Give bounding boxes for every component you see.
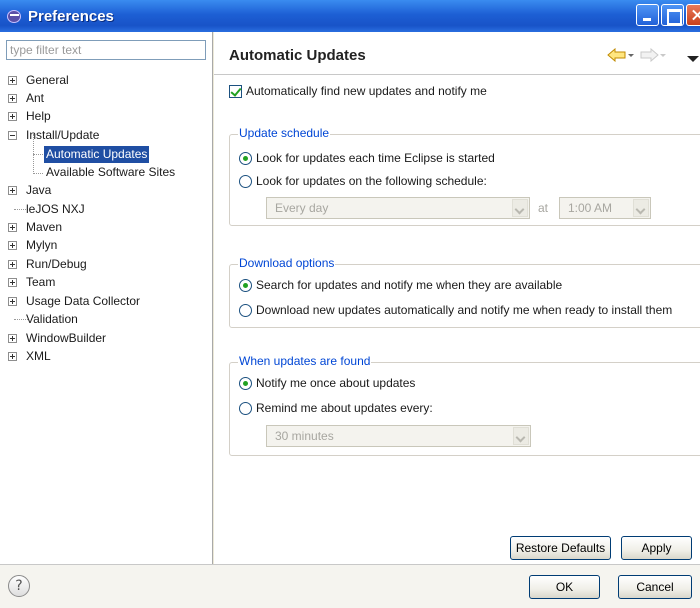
expand-icon[interactable] <box>8 94 17 103</box>
remind-interval-select[interactable]: 30 minutes <box>266 425 531 447</box>
back-dropdown-icon[interactable] <box>628 54 634 57</box>
title-bar: Preferences <box>0 0 700 32</box>
chevron-down-icon[interactable] <box>513 427 529 445</box>
preference-page: Automatic Updates Automatically find new… <box>214 32 700 564</box>
group-legend: When updates are found <box>238 354 372 368</box>
forward-arrow-icon <box>640 48 659 62</box>
expand-icon[interactable] <box>8 352 17 361</box>
radio-icon[interactable] <box>239 175 252 188</box>
time-select[interactable]: 1:00 AM <box>559 197 651 219</box>
expand-icon[interactable] <box>8 334 17 343</box>
checkbox-checked-icon[interactable] <box>229 85 242 98</box>
expand-icon[interactable] <box>8 297 17 306</box>
back-arrow-icon <box>607 48 626 62</box>
expand-icon[interactable] <box>8 241 17 250</box>
expand-icon[interactable] <box>8 76 17 85</box>
expand-icon[interactable] <box>8 112 17 121</box>
ok-button[interactable]: OK <box>529 575 600 599</box>
close-button[interactable] <box>686 4 700 26</box>
tree-connector <box>33 154 43 155</box>
download-options-group: Download options Search for updates and … <box>229 256 700 328</box>
expand-icon[interactable] <box>8 223 17 232</box>
frequency-select[interactable]: Every day <box>266 197 530 219</box>
radio-icon[interactable] <box>239 304 252 317</box>
expand-icon[interactable] <box>8 260 17 269</box>
filter-input[interactable]: type filter text <box>6 40 206 60</box>
updates-found-group: When updates are found Notify me once ab… <box>229 354 700 456</box>
radio-selected-icon[interactable] <box>239 152 252 165</box>
apply-button[interactable]: Apply <box>621 536 692 560</box>
expand-icon[interactable] <box>8 278 17 287</box>
chevron-down-icon[interactable] <box>512 199 528 217</box>
radio-selected-icon[interactable] <box>239 279 252 292</box>
update-schedule-group: Update schedule Look for updates each ti… <box>229 126 700 226</box>
collapse-icon[interactable] <box>8 131 17 140</box>
minimize-button[interactable] <box>636 4 659 26</box>
back-button[interactable] <box>607 48 635 64</box>
preference-tree-panel: type filter text General Ant Help Instal… <box>0 32 213 564</box>
cancel-button[interactable]: Cancel <box>618 575 692 599</box>
at-label: at <box>538 201 549 215</box>
chevron-down-icon[interactable] <box>633 199 649 217</box>
tree-item-label-selected: Automatic Updates <box>44 146 150 163</box>
eclipse-icon <box>6 9 22 23</box>
radio-selected-icon[interactable] <box>239 377 252 390</box>
forward-button[interactable] <box>639 48 667 64</box>
group-legend: Download options <box>238 256 336 270</box>
help-icon[interactable]: ? <box>8 575 30 597</box>
tree-connector <box>33 173 43 174</box>
forward-dropdown-icon[interactable] <box>660 54 666 57</box>
title-divider <box>214 74 700 75</box>
group-legend: Update schedule <box>238 126 331 140</box>
expand-icon[interactable] <box>8 186 17 195</box>
view-menu-icon[interactable] <box>687 56 699 62</box>
dialog-button-bar: ? OK Cancel <box>0 564 700 608</box>
window-title: Preferences <box>28 7 114 25</box>
restore-defaults-button[interactable]: Restore Defaults <box>510 536 611 560</box>
maximize-button[interactable] <box>661 4 684 26</box>
radio-icon[interactable] <box>239 402 252 415</box>
page-title: Automatic Updates <box>229 47 366 64</box>
